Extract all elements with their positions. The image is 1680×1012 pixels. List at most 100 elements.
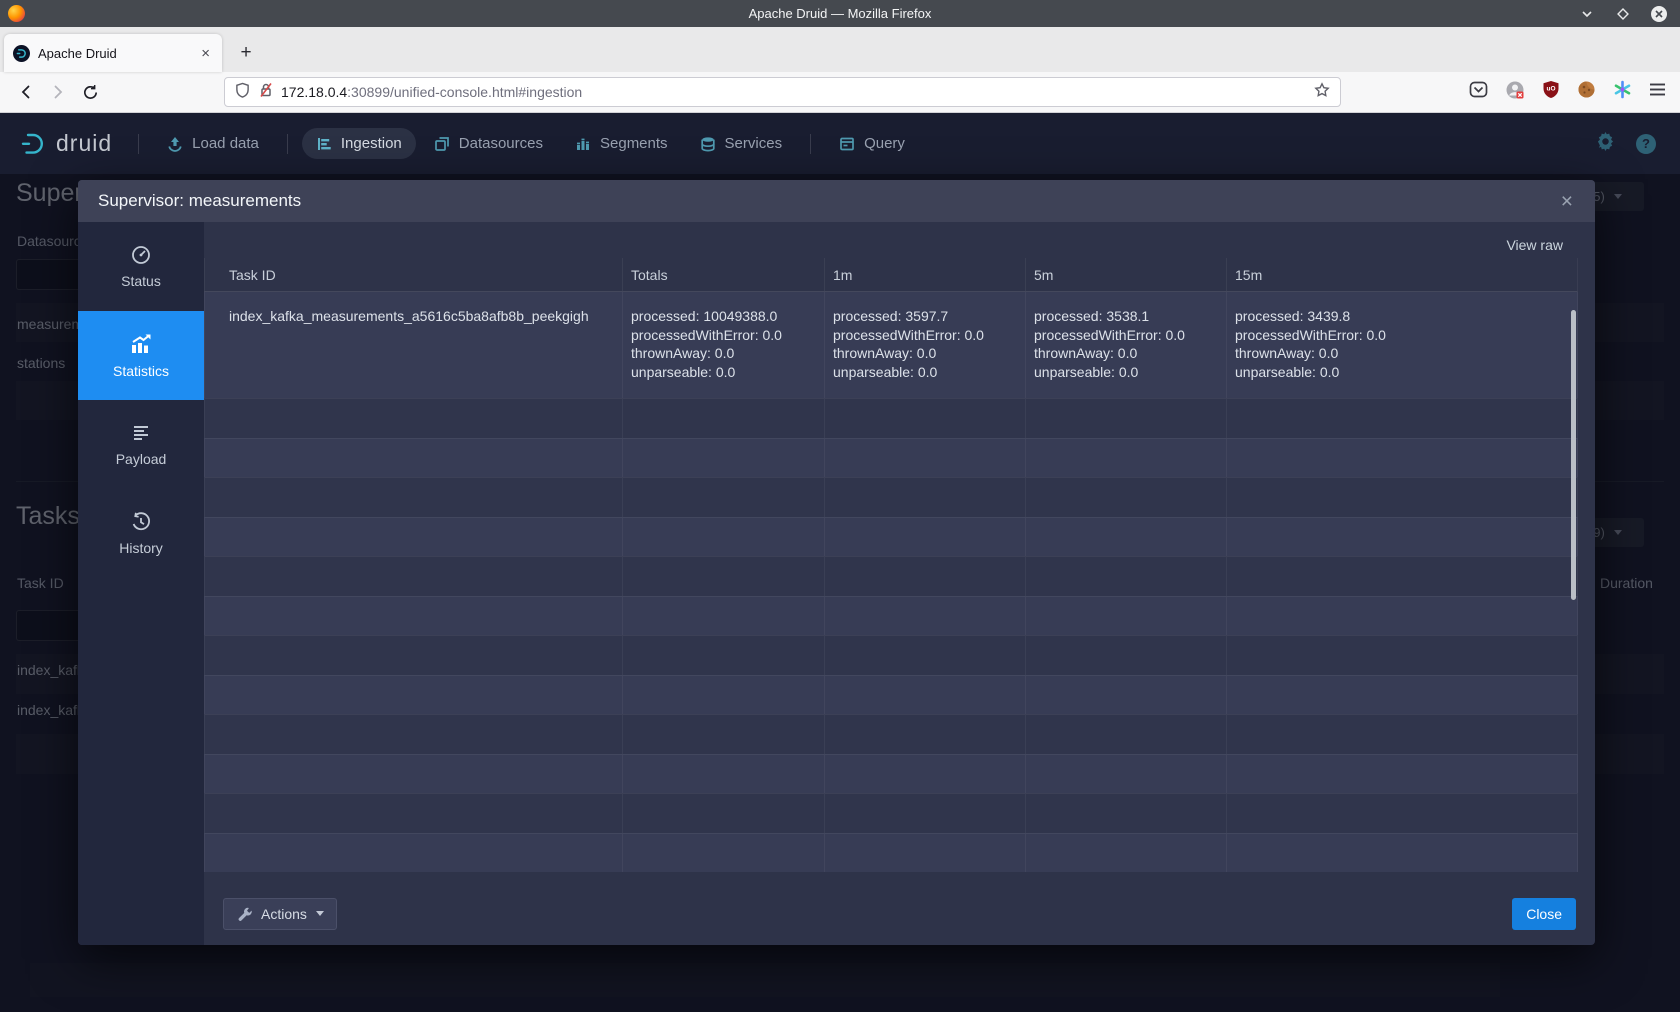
ublock-icon[interactable]: uO bbox=[1542, 80, 1560, 104]
druid-logo-icon bbox=[20, 130, 47, 157]
shield-icon[interactable] bbox=[235, 82, 250, 103]
services-icon bbox=[700, 136, 716, 152]
cell-task-id: index_kafka_measurements_a5616c5ba8afb8b… bbox=[204, 292, 622, 398]
settings-gear-icon[interactable] bbox=[1595, 131, 1616, 157]
url-path: :30899/unified-console.html#ingestion bbox=[347, 84, 582, 100]
column-header-5m[interactable]: 5m bbox=[1025, 258, 1226, 291]
table-empty-row bbox=[204, 754, 1578, 794]
nav-item-load-data[interactable]: Load data bbox=[153, 128, 273, 159]
tab-close-icon[interactable]: × bbox=[198, 45, 213, 62]
table-empty-row bbox=[204, 438, 1578, 478]
reload-button[interactable] bbox=[74, 77, 106, 107]
table-empty-row bbox=[204, 517, 1578, 557]
nav-divider bbox=[287, 134, 288, 154]
nav-item-label: Segments bbox=[600, 135, 668, 152]
table-header-row: Task ID Totals 1m 5m 15m bbox=[204, 258, 1578, 292]
lock-insecure-icon[interactable] bbox=[259, 82, 273, 103]
stat-line: unparseable: 0.0 bbox=[1235, 363, 1570, 382]
table-empty-row bbox=[204, 714, 1578, 754]
druid-navbar: druid Load data Ingestion Datasources Se… bbox=[0, 113, 1680, 174]
menu-item-label: Payload bbox=[116, 451, 167, 467]
account-extension-icon[interactable] bbox=[1505, 80, 1525, 105]
nav-item-segments[interactable]: Segments bbox=[561, 128, 682, 159]
column-header-task-id[interactable]: Task ID bbox=[204, 258, 622, 291]
menu-item-payload[interactable]: Payload bbox=[78, 400, 204, 489]
nav-item-label: Query bbox=[864, 135, 905, 152]
nav-item-services[interactable]: Services bbox=[686, 128, 797, 159]
tab-apache-druid[interactable]: Apache Druid × bbox=[4, 34, 222, 72]
stat-line: processedWithError: 0.0 bbox=[1034, 326, 1218, 345]
menu-item-statistics[interactable]: Statistics bbox=[78, 311, 204, 400]
history-clock-icon bbox=[130, 511, 152, 533]
hamburger-menu-icon[interactable] bbox=[1649, 82, 1666, 102]
ingestion-icon bbox=[316, 136, 332, 152]
segments-icon bbox=[575, 136, 591, 152]
window-minimize-icon[interactable] bbox=[1576, 3, 1598, 25]
stat-line: processed: 10049388.0 bbox=[631, 307, 816, 326]
url-text: 172.18.0.4:30899/unified-console.html#in… bbox=[281, 84, 1314, 100]
druid-brand[interactable]: druid bbox=[20, 130, 112, 157]
menu-item-label: History bbox=[119, 540, 163, 556]
window-close-icon[interactable] bbox=[1648, 3, 1670, 25]
nav-divider bbox=[810, 134, 811, 154]
bookmark-star-icon[interactable] bbox=[1314, 82, 1330, 103]
stat-line: processedWithError: 0.0 bbox=[1235, 326, 1570, 345]
stat-line: unparseable: 0.0 bbox=[631, 363, 816, 382]
nav-divider bbox=[138, 134, 139, 154]
nav-item-ingestion[interactable]: Ingestion bbox=[302, 128, 416, 159]
nav-item-label: Services bbox=[725, 135, 783, 152]
tab-bar: Apache Druid × + bbox=[0, 27, 1680, 72]
forward-button[interactable] bbox=[42, 77, 74, 107]
back-button[interactable] bbox=[10, 77, 42, 107]
column-header-1m[interactable]: 1m bbox=[824, 258, 1025, 291]
new-tab-button[interactable]: + bbox=[230, 37, 262, 69]
stat-line: unparseable: 0.0 bbox=[1034, 363, 1218, 382]
datasources-icon bbox=[434, 136, 450, 152]
menu-item-status[interactable]: Status bbox=[78, 222, 204, 311]
nav-item-datasources[interactable]: Datasources bbox=[420, 128, 557, 159]
actions-button[interactable]: Actions bbox=[223, 898, 337, 930]
table-empty-row bbox=[204, 477, 1578, 517]
stats-table-empty-rows bbox=[204, 398, 1595, 872]
table-empty-row bbox=[204, 635, 1578, 675]
table-empty-row bbox=[204, 556, 1578, 596]
stat-line: thrownAway: 0.0 bbox=[833, 344, 1017, 363]
dialog-close-icon[interactable]: × bbox=[1559, 191, 1575, 212]
status-gauge-icon bbox=[130, 244, 152, 266]
column-header-15m[interactable]: 15m bbox=[1226, 258, 1578, 291]
cell-15m: processed: 3439.8 processedWithError: 0.… bbox=[1226, 292, 1578, 398]
close-button[interactable]: Close bbox=[1512, 898, 1576, 930]
druid-wordmark: druid bbox=[56, 130, 112, 157]
url-bar[interactable]: 172.18.0.4:30899/unified-console.html#in… bbox=[224, 77, 1341, 107]
wrench-icon bbox=[236, 906, 252, 922]
actions-button-label: Actions bbox=[261, 906, 307, 922]
tab-title: Apache Druid bbox=[38, 46, 198, 61]
help-icon[interactable]: ? bbox=[1636, 134, 1656, 154]
cookie-extension-icon[interactable] bbox=[1577, 80, 1596, 104]
table-empty-row bbox=[204, 793, 1578, 833]
menu-item-label: Status bbox=[121, 273, 161, 289]
dialog-scrollbar[interactable] bbox=[1571, 310, 1576, 600]
menu-item-label: Statistics bbox=[113, 363, 169, 379]
column-header-totals[interactable]: Totals bbox=[622, 258, 824, 291]
payload-text-icon bbox=[130, 422, 152, 444]
menu-item-history[interactable]: History bbox=[78, 489, 204, 578]
stat-line: unparseable: 0.0 bbox=[833, 363, 1017, 382]
table-empty-row bbox=[204, 675, 1578, 715]
dialog-side-menu: Status Statistics Payload History bbox=[78, 222, 204, 945]
druid-console: druid Load data Ingestion Datasources Se… bbox=[0, 113, 1680, 1012]
window-maximize-icon[interactable] bbox=[1612, 3, 1634, 25]
pocket-icon[interactable] bbox=[1469, 80, 1488, 104]
svg-text:uO: uO bbox=[1546, 86, 1555, 93]
druid-favicon-icon bbox=[13, 45, 30, 62]
table-data-row[interactable]: index_kafka_measurements_a5616c5ba8afb8b… bbox=[204, 292, 1578, 398]
nav-item-query[interactable]: Query bbox=[825, 128, 919, 159]
table-empty-row bbox=[204, 833, 1578, 873]
caret-down-icon bbox=[316, 911, 324, 916]
nav-item-label: Ingestion bbox=[341, 135, 402, 152]
asterisk-extension-icon[interactable] bbox=[1613, 80, 1632, 104]
stat-line: thrownAway: 0.0 bbox=[631, 344, 816, 363]
nav-item-label: Load data bbox=[192, 135, 259, 152]
nav-item-label: Datasources bbox=[459, 135, 543, 152]
stat-line: processed: 3597.7 bbox=[833, 307, 1017, 326]
